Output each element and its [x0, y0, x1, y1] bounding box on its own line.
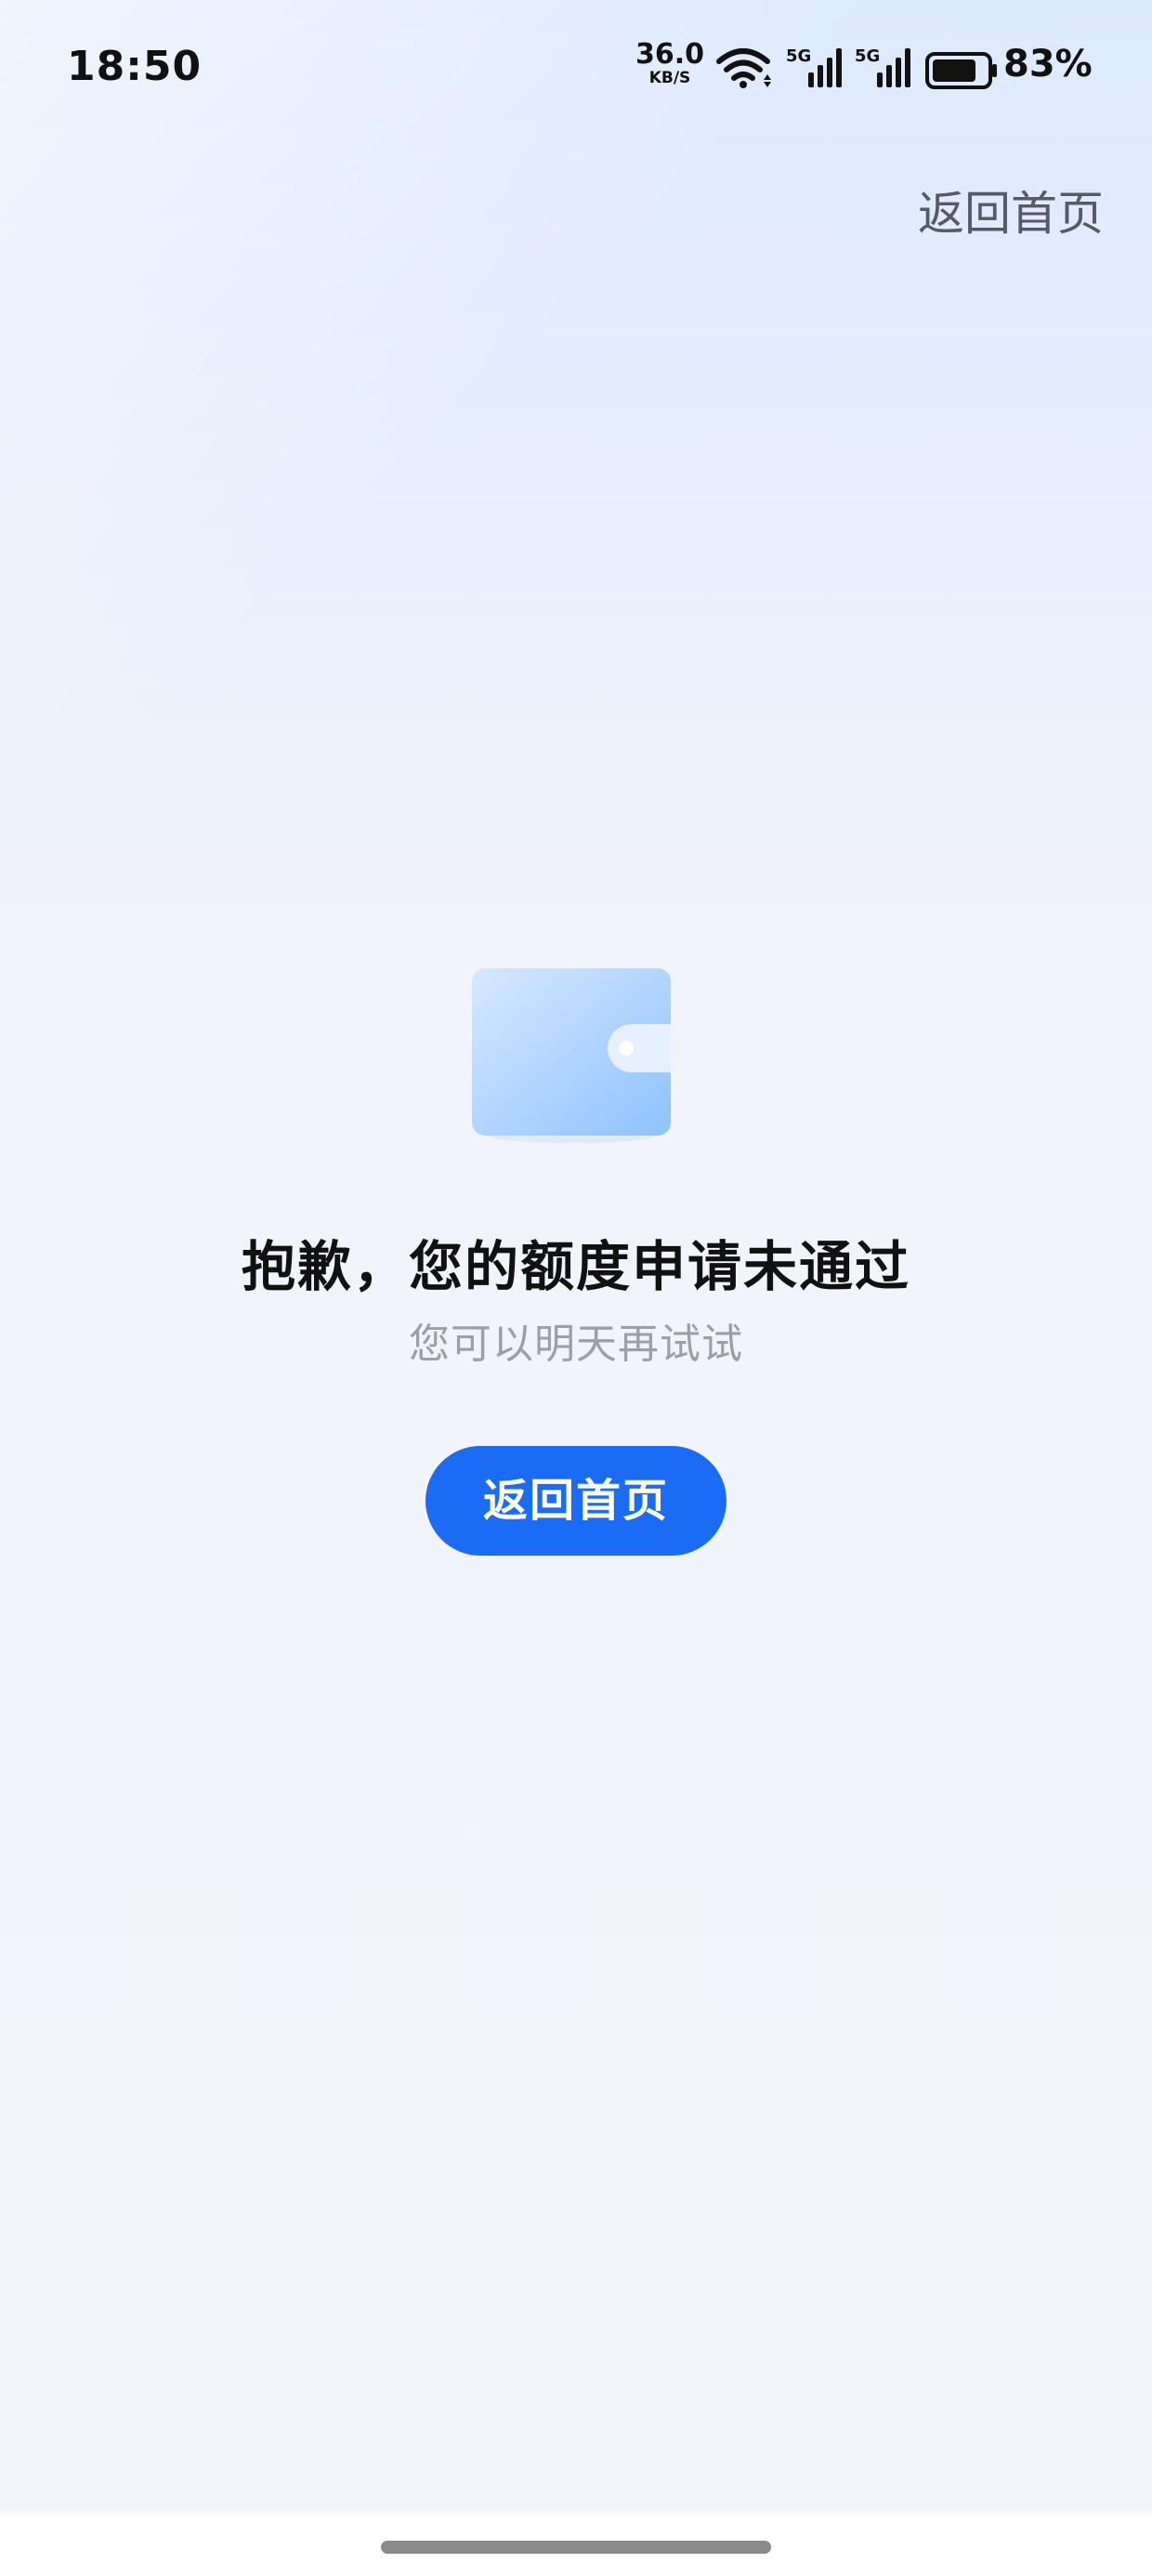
result-subtitle: 您可以明天再试试: [409, 1321, 743, 1368]
svg-text:5G: 5G: [786, 46, 811, 66]
home-indicator[interactable]: [381, 2541, 771, 2554]
cellular-signal-icon: 5G: [786, 46, 842, 87]
result-title: 抱歉，您的额度申请未通过: [241, 1235, 910, 1298]
cellular-signal-icon-2: 5G: [855, 46, 910, 87]
return-home-button[interactable]: 返回首页: [425, 1446, 727, 1556]
svg-text:5G: 5G: [855, 46, 880, 66]
battery-icon: [925, 52, 997, 89]
wallet-icon: [472, 968, 671, 1143]
network-speed-unit: KB/S: [648, 69, 691, 87]
network-speed-value: 36.0: [635, 38, 705, 71]
status-time: 18:50: [67, 43, 203, 90]
return-home-link[interactable]: 返回首页: [918, 177, 1104, 243]
wifi-icon: [716, 48, 771, 88]
network-speed: 36.0 KB/S: [635, 38, 705, 88]
status-bar: 18:50 36.0 KB/S 5G 5G 83%: [0, 0, 1152, 130]
battery-percentage: 83%: [1003, 43, 1093, 85]
